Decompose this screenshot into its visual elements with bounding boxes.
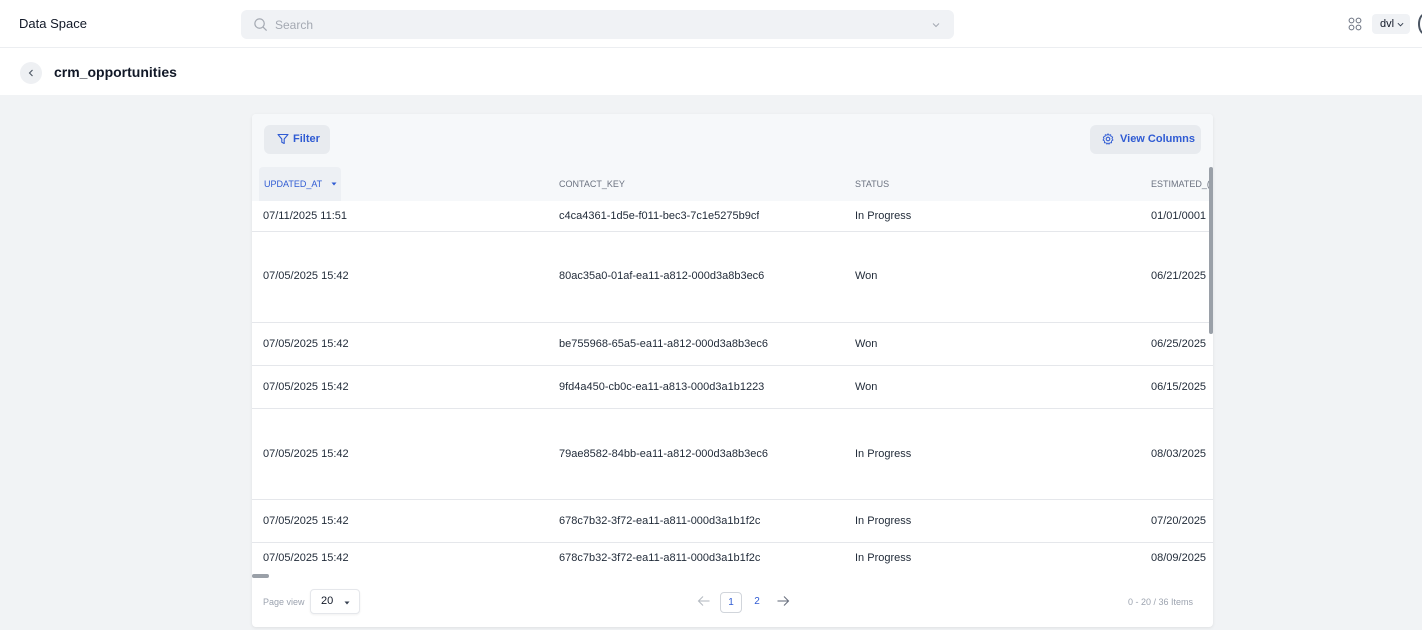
- user-menu-button[interactable]: dvl: [1372, 14, 1410, 34]
- cell-estimated: 07/20/2025: [1151, 515, 1207, 527]
- cell-updated-at: 07/05/2025 15:42: [263, 381, 349, 393]
- cell-updated-at: 07/05/2025 15:42: [263, 270, 349, 282]
- cell-contact-key: 678c7b32-3f72-ea11-a811-000d3a1b1f2c: [559, 552, 761, 564]
- page-button-1[interactable]: 1: [720, 592, 742, 613]
- data-table-card: Filter View Columns UPDATED_AT CONTACT_K…: [252, 114, 1213, 627]
- cell-contact-key: 79ae8582-84bb-ea11-a812-000d3a8b3ec6: [559, 448, 768, 460]
- cell-estimated: 06/25/2025: [1151, 338, 1207, 350]
- cell-contact-key: 678c7b32-3f72-ea11-a811-000d3a1b1f2c: [559, 515, 761, 527]
- user-label: dvl: [1380, 18, 1395, 30]
- back-button[interactable]: [20, 62, 42, 84]
- sort-down-icon: [331, 182, 337, 186]
- table-row[interactable]: 07/05/2025 15:42 79ae8582-84bb-ea11-a812…: [252, 409, 1213, 500]
- cell-status: In Progress: [855, 515, 912, 527]
- page-size-value: 20: [321, 595, 334, 607]
- cell-updated-at: 07/05/2025 15:42: [263, 552, 349, 564]
- search-box[interactable]: [241, 10, 954, 39]
- page-size-select[interactable]: 20: [310, 589, 360, 614]
- items-count: 0 - 20 / 36 Items: [1128, 597, 1194, 607]
- filter-label: Filter: [293, 133, 320, 145]
- table-row[interactable]: 07/05/2025 15:42 80ac35a0-01af-ea11-a812…: [252, 232, 1213, 323]
- chevron-down-icon[interactable]: [932, 21, 940, 29]
- column-header-status[interactable]: STATUS: [855, 167, 889, 201]
- filter-icon: [277, 133, 289, 145]
- vertical-scrollbar[interactable]: [1209, 167, 1213, 334]
- page-view-label: Page view: [263, 597, 305, 607]
- cell-updated-at: 07/05/2025 15:42: [263, 338, 349, 350]
- arrow-left-icon[interactable]: [697, 594, 711, 608]
- cell-status: Won: [855, 338, 878, 350]
- cell-estimated: 01/01/0001: [1151, 210, 1207, 222]
- cell-updated-at: 07/05/2025 15:42: [263, 448, 349, 460]
- cell-status: In Progress: [855, 448, 912, 460]
- chevron-left-icon: [28, 69, 33, 77]
- avatar[interactable]: [1418, 13, 1422, 35]
- table-row[interactable]: 07/05/2025 15:42 678c7b32-3f72-ea11-a811…: [252, 500, 1213, 543]
- column-header-estimated[interactable]: ESTIMATED_(: [1151, 167, 1209, 201]
- caret-down-icon: [344, 601, 350, 605]
- page-button-2[interactable]: 2: [746, 592, 768, 613]
- cell-estimated: 08/03/2025: [1151, 448, 1207, 460]
- cell-status: In Progress: [855, 552, 912, 564]
- table-body: 07/11/2025 11:51 c4ca4361-1d5e-f011-bec3…: [252, 201, 1213, 571]
- cell-status: Won: [855, 381, 878, 393]
- cell-contact-key: c4ca4361-1d5e-f011-bec3-7c1e5275b9cf: [559, 210, 760, 222]
- cell-updated-at: 07/11/2025 11:51: [263, 210, 348, 222]
- view-columns-label: View Columns: [1120, 133, 1195, 145]
- top-bar: Data Space dvl: [0, 0, 1422, 48]
- page-header: crm_opportunities: [0, 48, 1422, 95]
- cell-status: In Progress: [855, 210, 912, 222]
- cell-contact-key: be755968-65a5-ea11-a812-000d3a8b3ec6: [559, 338, 768, 350]
- table-row[interactable]: 07/05/2025 15:42 be755968-65a5-ea11-a812…: [252, 323, 1213, 366]
- apps-grid-icon[interactable]: [1348, 17, 1362, 31]
- view-columns-button[interactable]: View Columns: [1090, 125, 1201, 154]
- cell-estimated: 06/15/2025: [1151, 381, 1207, 393]
- app-title[interactable]: Data Space: [19, 16, 87, 31]
- cell-contact-key: 9fd4a450-cb0c-ea11-a813-000d3a1b1223: [559, 381, 765, 393]
- search-icon: [254, 18, 268, 32]
- cell-estimated: 08/09/2025: [1151, 552, 1207, 564]
- filter-button[interactable]: Filter: [264, 125, 330, 154]
- cell-status: Won: [855, 270, 878, 282]
- cell-estimated: 06/21/2025: [1151, 270, 1207, 282]
- column-header-updated-at[interactable]: UPDATED_AT: [259, 167, 341, 201]
- table-row[interactable]: 07/05/2025 15:42 678c7b32-3f72-ea11-a811…: [252, 543, 1213, 571]
- cell-contact-key: 80ac35a0-01af-ea11-a812-000d3a8b3ec6: [559, 270, 765, 282]
- column-header-contact-key[interactable]: CONTACT_KEY: [559, 167, 625, 201]
- gear-icon: [1102, 133, 1114, 145]
- table-toolbar: Filter View Columns UPDATED_AT CONTACT_K…: [252, 114, 1213, 201]
- search-input[interactable]: [275, 15, 915, 34]
- horizontal-scrollbar[interactable]: [252, 574, 269, 578]
- table-row[interactable]: 07/05/2025 15:42 9fd4a450-cb0c-ea11-a813…: [252, 366, 1213, 409]
- table-footer: Page view 20 1 2 0 - 20 / 36 Items: [252, 584, 1213, 627]
- table-row[interactable]: 07/11/2025 11:51 c4ca4361-1d5e-f011-bec3…: [252, 201, 1213, 232]
- cell-updated-at: 07/05/2025 15:42: [263, 515, 349, 527]
- chevron-down-icon: [1397, 22, 1404, 27]
- page-title: crm_opportunities: [54, 64, 177, 80]
- arrow-right-icon[interactable]: [776, 594, 790, 608]
